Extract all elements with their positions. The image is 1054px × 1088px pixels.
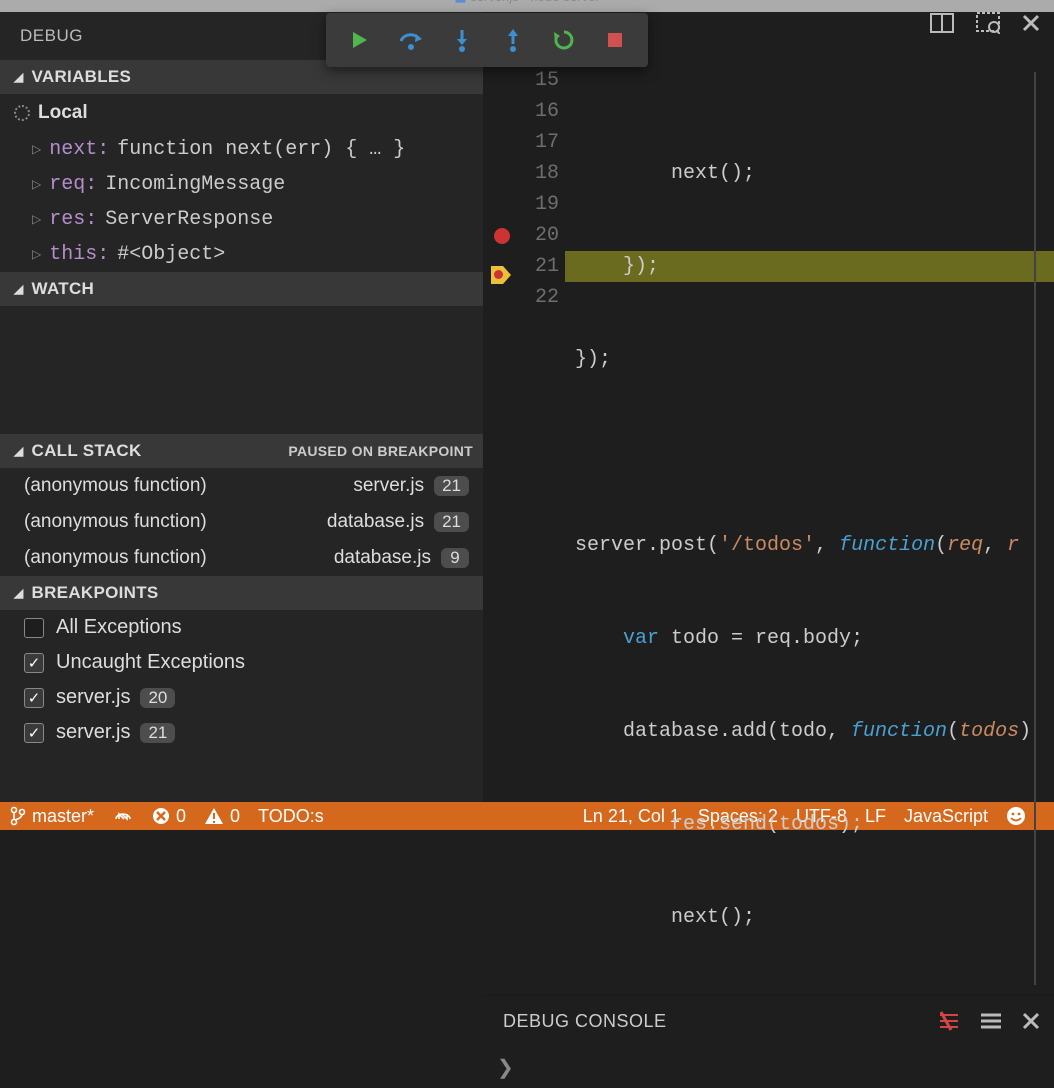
variable-row[interactable]: ▷ this: #<Object>: [0, 237, 483, 272]
breakpoint-dot-icon[interactable]: [494, 228, 510, 244]
variable-row[interactable]: ▷ req: IncomingMessage: [0, 167, 483, 202]
callstack-status: PAUSED ON BREAKPOINT: [288, 443, 473, 459]
section-variables-body: Local ▷ next: function next(err) { … } ▷…: [0, 94, 483, 272]
breakpoint-row[interactable]: server.js 20: [0, 680, 483, 715]
checkbox[interactable]: [24, 723, 44, 743]
debug-title: DEBUG: [20, 26, 83, 46]
continue-button[interactable]: [347, 27, 373, 53]
restart-button[interactable]: [551, 27, 577, 53]
split-editor-icon[interactable]: [930, 13, 954, 33]
step-over-button[interactable]: [398, 27, 424, 53]
chevron-down-icon: ◢: [14, 444, 24, 458]
chevron-down-icon: ◢: [14, 282, 24, 296]
todos-status[interactable]: TODO:s: [258, 806, 324, 827]
variable-row[interactable]: ▷ res: ServerResponse: [0, 202, 483, 237]
clear-console-icon[interactable]: [938, 1011, 960, 1031]
chevron-down-icon: ◢: [14, 70, 24, 84]
breakpoint-row[interactable]: Uncaught Exceptions: [0, 645, 483, 680]
show-preview-icon[interactable]: [976, 12, 1000, 34]
debug-action-bar[interactable]: [326, 13, 648, 67]
checkbox[interactable]: [24, 653, 44, 673]
chevron-right-icon: ▷: [32, 212, 41, 227]
prompt-chevron-icon: ❯: [497, 1055, 514, 1080]
breakpoint-row[interactable]: server.js 21: [0, 715, 483, 750]
breakpoint-row[interactable]: All Exceptions: [0, 610, 483, 645]
vscode-icon: ⬓: [454, 0, 466, 4]
code-lines[interactable]: next(); }); }); server.post('/todos', fu…: [565, 34, 1054, 995]
errors-status[interactable]: 0: [152, 806, 186, 827]
chevron-right-icon: ▷: [32, 142, 41, 157]
line-number-gutter: 14 15 16 17 18 19 20 21 22: [521, 34, 565, 995]
editor-ruler: [1034, 72, 1036, 985]
checkbox[interactable]: [24, 618, 44, 638]
section-callstack-body: (anonymous function) server.js 21 (anony…: [0, 468, 483, 576]
close-panel-icon[interactable]: [1022, 1012, 1040, 1030]
callstack-frame[interactable]: (anonymous function) database.js 21: [0, 504, 483, 540]
variable-row[interactable]: ▷ next: function next(err) { … }: [0, 132, 483, 167]
callstack-frame[interactable]: (anonymous function) server.js 21: [0, 468, 483, 504]
warnings-status[interactable]: 0: [204, 806, 240, 827]
git-sync-status[interactable]: [112, 808, 134, 824]
step-into-button[interactable]: [449, 27, 475, 53]
editor-area: 14 15 16 17 18 19 20 21 22 next(); }); }…: [483, 12, 1054, 802]
variables-scope-local[interactable]: Local: [0, 94, 483, 132]
code-editor[interactable]: 14 15 16 17 18 19 20 21 22 next(); }); }…: [483, 34, 1054, 995]
section-watch-body: [0, 306, 483, 434]
callstack-frame[interactable]: (anonymous function) database.js 9: [0, 540, 483, 576]
step-out-button[interactable]: [500, 27, 526, 53]
panel-menu-icon[interactable]: [980, 1012, 1002, 1030]
section-callstack-header[interactable]: ◢ CALL STACK PAUSED ON BREAKPOINT: [0, 434, 483, 468]
debug-console-panel: DEBUG CONSOLE ❯: [483, 995, 1054, 1088]
current-line-arrow-icon: [491, 266, 511, 284]
git-branch-status[interactable]: master*: [10, 806, 94, 827]
error-icon: [152, 807, 170, 825]
stop-button[interactable]: [602, 27, 628, 53]
debug-console-title: DEBUG CONSOLE: [503, 1011, 667, 1032]
debug-console-input[interactable]: ❯: [483, 1046, 1054, 1088]
window-titlebar: ⬓ server.js - node-server: [0, 0, 1054, 12]
chevron-down-icon: ◢: [14, 586, 24, 600]
chevron-right-icon: ▷: [32, 247, 41, 262]
checkbox[interactable]: [24, 688, 44, 708]
close-icon[interactable]: [1022, 14, 1040, 32]
chevron-right-icon: ▷: [32, 177, 41, 192]
loading-spinner-icon: [14, 105, 30, 121]
debug-console-header: DEBUG CONSOLE: [483, 996, 1054, 1046]
warning-icon: [204, 807, 224, 825]
sync-icon: [112, 808, 134, 824]
section-watch-header[interactable]: ◢ WATCH: [0, 272, 483, 306]
window-title: ⬓ server.js - node-server: [454, 0, 599, 4]
breakpoint-gutter[interactable]: [483, 34, 521, 995]
git-branch-icon: [10, 806, 26, 826]
section-breakpoints-body: All Exceptions Uncaught Exceptions serve…: [0, 610, 483, 750]
debug-sidebar: DEBUG Launch ◢ VARIABLES Local ▷ next: f…: [0, 12, 483, 802]
section-breakpoints-header[interactable]: ◢ BREAKPOINTS: [0, 576, 483, 610]
